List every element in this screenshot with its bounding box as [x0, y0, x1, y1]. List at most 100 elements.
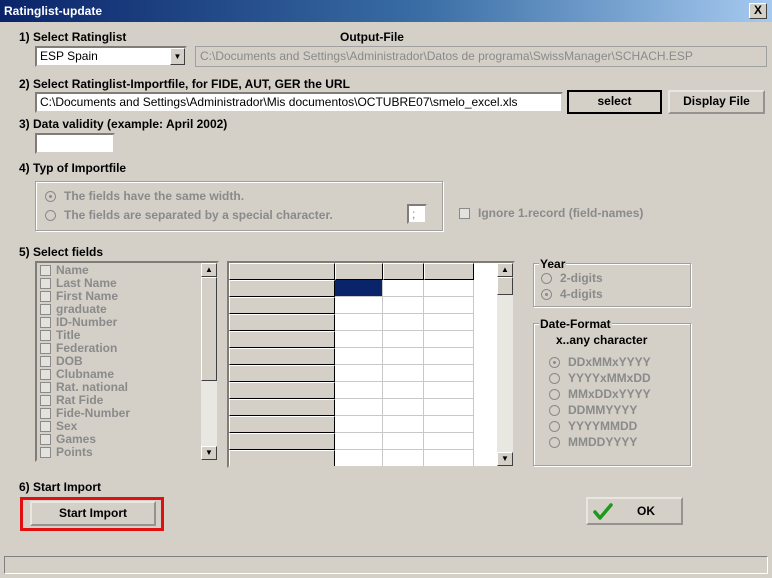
- field-checkbox[interactable]: [40, 421, 51, 432]
- display-file-button[interactable]: Display File: [668, 90, 765, 114]
- grid-row-header[interactable]: [229, 297, 335, 314]
- grid-cell[interactable]: [383, 280, 424, 297]
- grid-cell[interactable]: [383, 382, 424, 399]
- importfile-input[interactable]: C:\Documents and Settings\Administrador\…: [35, 92, 563, 113]
- ratinglist-select[interactable]: ESP Spain ▼: [35, 46, 187, 67]
- field-checkbox[interactable]: [40, 291, 51, 302]
- select-button[interactable]: select: [567, 90, 662, 114]
- date-format-radio[interactable]: [549, 373, 560, 384]
- ok-button[interactable]: OK: [586, 497, 683, 525]
- grid-row-header[interactable]: [229, 314, 335, 331]
- grid-scroll-up-icon[interactable]: ▲: [497, 263, 513, 277]
- field-checkbox[interactable]: [40, 434, 51, 445]
- grid-cell[interactable]: [383, 297, 424, 314]
- option-separated-label: The fields are separated by a special ch…: [64, 208, 333, 222]
- grid-cell[interactable]: [335, 297, 383, 314]
- scroll-up-icon[interactable]: ▲: [201, 263, 217, 277]
- ignore-record-checkbox[interactable]: [459, 208, 470, 219]
- field-checkbox[interactable]: [40, 369, 51, 380]
- grid-cell[interactable]: [383, 348, 424, 365]
- grid-cell[interactable]: [335, 433, 383, 450]
- grid-cell[interactable]: [383, 433, 424, 450]
- year-radio[interactable]: [541, 273, 552, 284]
- grid-header-cell[interactable]: [229, 263, 335, 280]
- radio-separated[interactable]: [45, 210, 56, 221]
- grid-cell[interactable]: [335, 416, 383, 433]
- field-list-item[interactable]: Points: [39, 445, 199, 459]
- field-checkbox[interactable]: [40, 447, 51, 458]
- field-checkbox[interactable]: [40, 278, 51, 289]
- field-checkbox[interactable]: [40, 265, 51, 276]
- grid-cell[interactable]: [424, 399, 474, 416]
- grid-cell-selected[interactable]: [335, 280, 383, 297]
- date-format-radio[interactable]: [549, 437, 560, 448]
- field-list-scrollbar[interactable]: ▲ ▼: [201, 263, 217, 460]
- grid-cell[interactable]: [335, 382, 383, 399]
- date-format-label: Date-Format: [539, 317, 612, 331]
- grid-scroll-thumb[interactable]: [497, 277, 513, 295]
- grid-cell[interactable]: [424, 331, 474, 348]
- grid-cell[interactable]: [424, 365, 474, 382]
- start-import-button[interactable]: Start Import: [30, 501, 156, 526]
- field-checkbox[interactable]: [40, 330, 51, 341]
- grid-cell[interactable]: [335, 348, 383, 365]
- date-format-radio[interactable]: [549, 357, 560, 368]
- scroll-down-icon[interactable]: ▼: [201, 446, 217, 460]
- mapping-grid[interactable]: ▲ ▼: [227, 261, 515, 468]
- field-checkbox[interactable]: [40, 395, 51, 406]
- grid-row-header[interactable]: [229, 348, 335, 365]
- field-checkbox[interactable]: [40, 408, 51, 419]
- date-format-radio[interactable]: [549, 405, 560, 416]
- grid-row-header[interactable]: [229, 280, 335, 297]
- grid-header-cell[interactable]: [424, 263, 474, 280]
- step1-label: 1) Select Ratinglist: [19, 30, 127, 44]
- grid-cell[interactable]: [424, 297, 474, 314]
- radio-same-width[interactable]: [45, 191, 56, 202]
- grid-cell[interactable]: [335, 314, 383, 331]
- field-checkbox[interactable]: [40, 343, 51, 354]
- grid-scroll-down-icon[interactable]: ▼: [497, 452, 513, 466]
- date-format-radio[interactable]: [549, 389, 560, 400]
- grid-row-header[interactable]: [229, 450, 335, 466]
- grid-row-header[interactable]: [229, 399, 335, 416]
- grid-cell[interactable]: [424, 280, 474, 297]
- grid-cell[interactable]: [335, 450, 383, 466]
- scroll-thumb[interactable]: [201, 277, 217, 381]
- grid-cell[interactable]: [335, 399, 383, 416]
- grid-cell[interactable]: [383, 416, 424, 433]
- field-label: First Name: [56, 289, 119, 303]
- grid-cell[interactable]: [383, 331, 424, 348]
- grid-cell[interactable]: [383, 399, 424, 416]
- grid-cell[interactable]: [424, 314, 474, 331]
- field-checkbox[interactable]: [40, 382, 51, 393]
- step3-label: 3) Data validity (example: April 2002): [19, 117, 228, 131]
- date-format-radio[interactable]: [549, 421, 560, 432]
- grid-header-cell[interactable]: [383, 263, 424, 280]
- separator-input[interactable]: ;: [407, 204, 427, 224]
- grid-cell[interactable]: [335, 365, 383, 382]
- grid-row-header[interactable]: [229, 365, 335, 382]
- year-radio[interactable]: [541, 289, 552, 300]
- field-checkbox[interactable]: [40, 317, 51, 328]
- grid-row-header[interactable]: [229, 382, 335, 399]
- grid-cell[interactable]: [383, 314, 424, 331]
- grid-cell[interactable]: [424, 416, 474, 433]
- grid-cell[interactable]: [383, 450, 424, 466]
- chevron-down-icon[interactable]: ▼: [170, 48, 185, 65]
- grid-cell[interactable]: [424, 382, 474, 399]
- grid-cell[interactable]: [335, 331, 383, 348]
- field-checkbox[interactable]: [40, 304, 51, 315]
- field-checkbox[interactable]: [40, 356, 51, 367]
- grid-row-header[interactable]: [229, 331, 335, 348]
- grid-row-header[interactable]: [229, 416, 335, 433]
- field-list[interactable]: Name Last Name First Name graduate ID-Number…: [35, 261, 219, 462]
- grid-header-cell[interactable]: [335, 263, 383, 280]
- data-validity-input[interactable]: [35, 133, 115, 154]
- close-button[interactable]: X: [749, 3, 767, 19]
- grid-scrollbar[interactable]: ▲ ▼: [497, 263, 513, 466]
- grid-cell[interactable]: [424, 433, 474, 450]
- grid-cell[interactable]: [424, 348, 474, 365]
- grid-cell[interactable]: [383, 365, 424, 382]
- grid-row-header[interactable]: [229, 433, 335, 450]
- grid-cell[interactable]: [424, 450, 474, 466]
